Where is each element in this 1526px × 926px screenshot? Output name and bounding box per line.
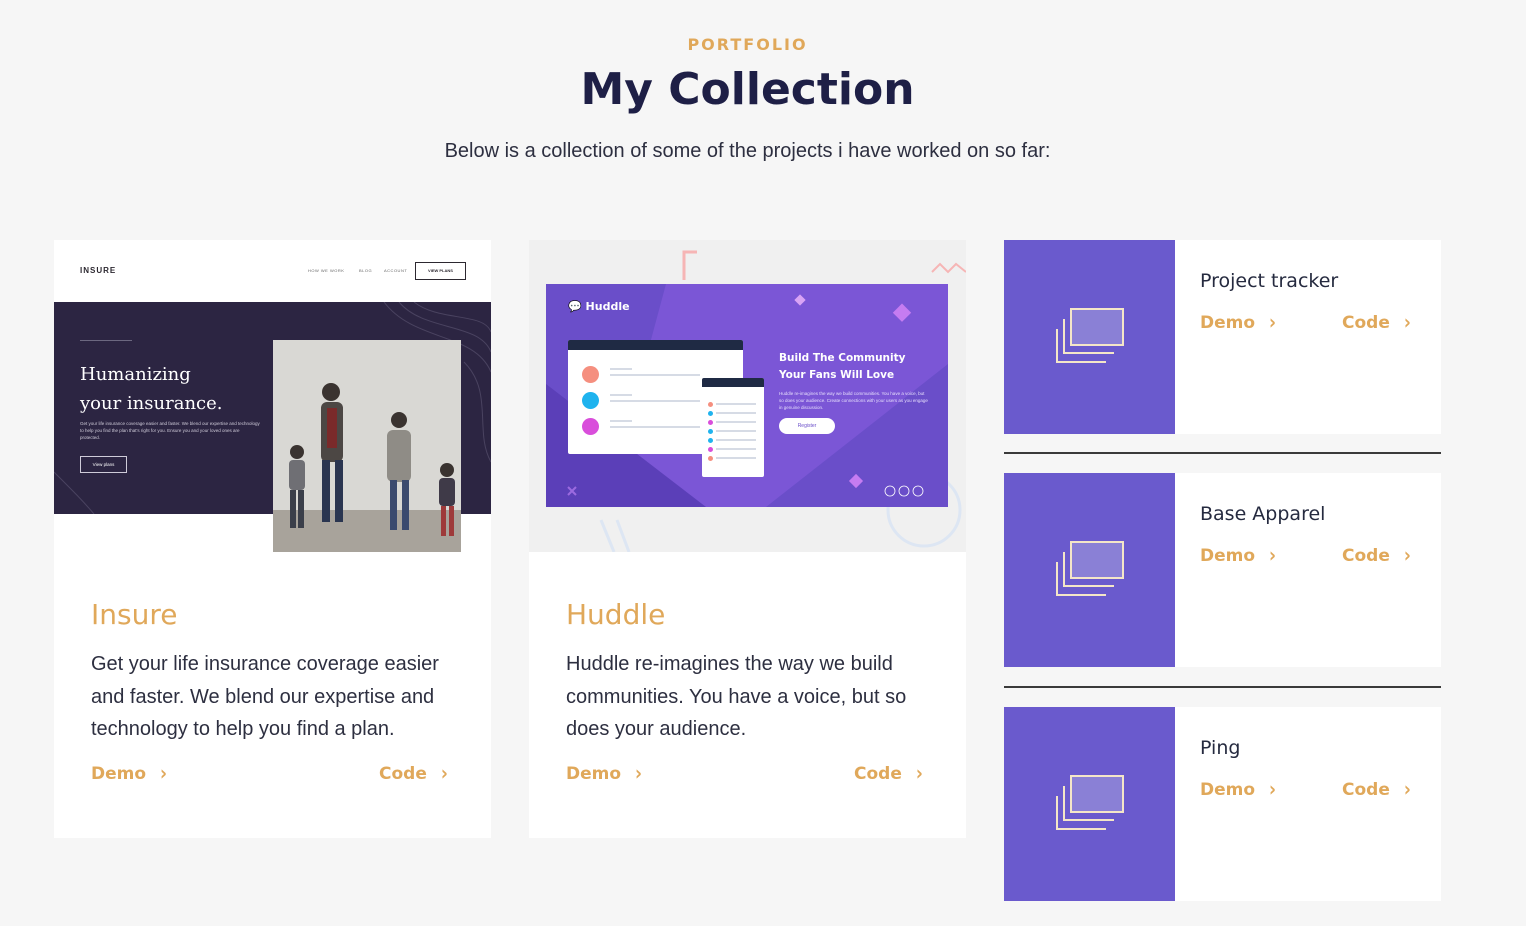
page-title: My Collection bbox=[580, 64, 915, 115]
project-thumbnail bbox=[1004, 473, 1175, 667]
chevron-right-icon: › bbox=[1269, 544, 1277, 568]
project-card-insure: INSURE HOW WE WORK BLOG ACCOUNT VIEW PLA… bbox=[54, 240, 491, 838]
insure-logo: INSURE bbox=[80, 266, 117, 275]
chevron-right-icon: › bbox=[915, 762, 923, 786]
insure-view-plans: VIEW PLANS bbox=[415, 262, 466, 280]
chevron-right-icon: › bbox=[1403, 544, 1411, 568]
chevron-right-icon: › bbox=[1269, 778, 1277, 802]
chevron-right-icon: › bbox=[1403, 311, 1411, 335]
page-subtitle: Below is a collection of some of the pro… bbox=[444, 140, 1051, 162]
huddle-preview-image: 💬 Huddle Build The Community Your Fans W… bbox=[529, 240, 966, 552]
code-link[interactable]: Code › bbox=[379, 762, 448, 786]
project-card-project-tracker: Project tracker Demo › Code › bbox=[1004, 240, 1441, 434]
project-title: Base Apparel bbox=[1200, 503, 1326, 525]
huddle-body: Huddle re-imagines the way we build comm… bbox=[779, 391, 928, 410]
demo-link[interactable]: Demo › bbox=[566, 762, 643, 786]
chevron-right-icon: › bbox=[1403, 778, 1411, 802]
project-description: Huddle re-imagines the way we build comm… bbox=[566, 653, 907, 740]
demo-link[interactable]: Demo › bbox=[1200, 544, 1277, 568]
huddle-headline: Build The Community Your Fans Will Love bbox=[779, 352, 906, 381]
project-title: Project tracker bbox=[1200, 270, 1339, 292]
project-card-base-apparel: Base Apparel Demo › Code › bbox=[1004, 473, 1441, 667]
mockup-window-small bbox=[702, 378, 764, 477]
divider bbox=[1004, 452, 1441, 454]
project-title: Huddle bbox=[566, 598, 666, 631]
insure-menu-item: HOW WE WORK bbox=[308, 268, 345, 273]
chevron-right-icon: › bbox=[160, 762, 168, 786]
project-title: Ping bbox=[1200, 737, 1241, 759]
huddle-register-button: Register bbox=[779, 418, 835, 434]
huddle-logo: 💬 Huddle bbox=[568, 300, 630, 313]
code-link[interactable]: Code › bbox=[854, 762, 923, 786]
insure-headline: Humanizing your insurance. bbox=[80, 364, 223, 414]
gallery-icon bbox=[1056, 541, 1124, 596]
project-description: Get your life insurance coverage easier … bbox=[91, 653, 439, 740]
demo-link[interactable]: Demo › bbox=[91, 762, 168, 786]
project-card-ping: Ping Demo › Code › bbox=[1004, 707, 1441, 901]
project-thumbnail bbox=[1004, 240, 1175, 434]
insure-body: Get your life insurance coverage easier … bbox=[80, 421, 260, 440]
project-thumbnail bbox=[1004, 707, 1175, 901]
demo-link[interactable]: Demo › bbox=[1200, 311, 1277, 335]
code-link[interactable]: Code › bbox=[1342, 544, 1411, 568]
code-link[interactable]: Code › bbox=[1342, 311, 1411, 335]
gallery-icon bbox=[1056, 308, 1124, 363]
project-title: Insure bbox=[91, 598, 178, 631]
insure-menu-item: BLOG bbox=[359, 268, 373, 273]
insure-view-plans-button: View plans bbox=[80, 456, 127, 473]
gallery-icon bbox=[1056, 775, 1124, 830]
chevron-right-icon: › bbox=[635, 762, 643, 786]
chevron-right-icon: › bbox=[440, 762, 448, 786]
project-card-huddle: 💬 Huddle Build The Community Your Fans W… bbox=[529, 240, 966, 838]
code-link[interactable]: Code › bbox=[1342, 778, 1411, 802]
insure-menu-item: ACCOUNT bbox=[384, 268, 408, 273]
insure-preview-image: INSURE HOW WE WORK BLOG ACCOUNT VIEW PLA… bbox=[54, 240, 491, 552]
section-eyebrow: PORTFOLIO bbox=[687, 35, 808, 54]
demo-link[interactable]: Demo › bbox=[1200, 778, 1277, 802]
family-photo bbox=[273, 340, 461, 552]
chevron-right-icon: › bbox=[1269, 311, 1277, 335]
divider bbox=[1004, 686, 1441, 688]
